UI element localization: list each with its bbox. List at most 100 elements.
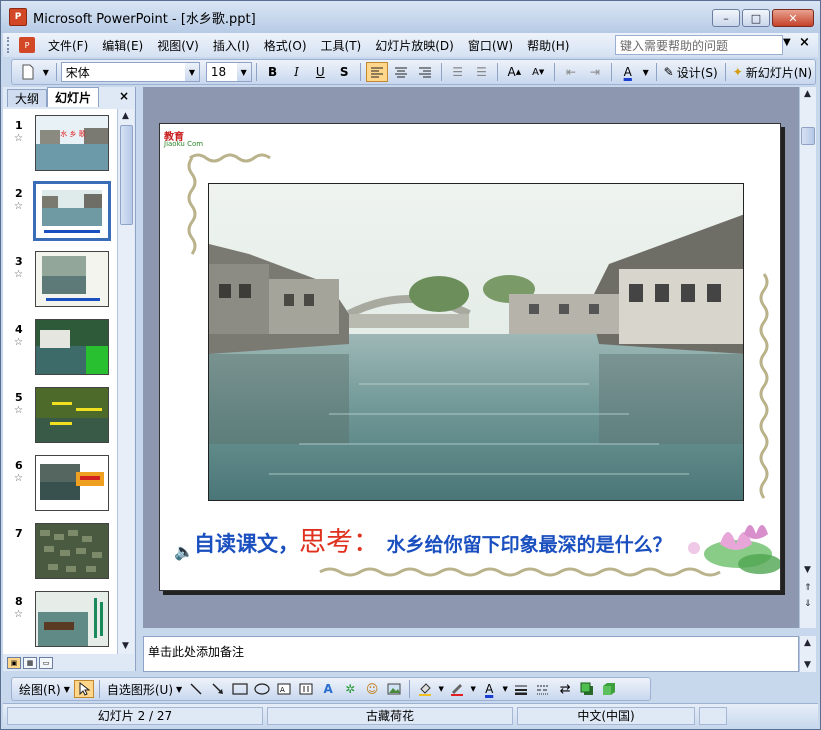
- notes-scrollbar[interactable]: ▲ ▼: [799, 636, 816, 672]
- menu-format[interactable]: 格式(O): [257, 37, 314, 54]
- underline-button[interactable]: U: [309, 62, 331, 82]
- numbering-icon[interactable]: ☰: [447, 62, 469, 82]
- menu-help[interactable]: 帮助(H): [520, 37, 576, 54]
- scroll-up-icon[interactable]: ▲: [122, 111, 129, 121]
- scroll-down-icon[interactable]: ▼: [804, 565, 811, 575]
- scroll-down-icon[interactable]: ▼: [804, 660, 811, 670]
- design-button[interactable]: ✎ 设计(S): [664, 64, 718, 81]
- scroll-down-icon[interactable]: ▼: [122, 641, 129, 651]
- scrollbar-thumb[interactable]: [801, 127, 815, 145]
- slide-thumbnail-3[interactable]: 3 ☆: [5, 249, 115, 311]
- fill-color-icon[interactable]: [415, 680, 435, 698]
- water-town-photo[interactable]: [208, 183, 744, 501]
- slide-thumbnail-5[interactable]: 5 ☆: [5, 385, 115, 447]
- font-name-select[interactable]: 宋体 ▼: [60, 62, 200, 82]
- insert-picture-icon[interactable]: [384, 680, 404, 698]
- speaker-icon[interactable]: 🔈: [174, 542, 194, 561]
- align-right-icon[interactable]: [414, 62, 436, 82]
- slide-sorter-view-icon[interactable]: ▦: [23, 657, 37, 669]
- line-tool-icon[interactable]: [186, 680, 206, 698]
- close-document-button[interactable]: ×: [799, 35, 810, 50]
- help-search-input[interactable]: 键入需要帮助的问题: [615, 35, 783, 55]
- maximize-button[interactable]: □: [742, 9, 770, 27]
- arrow-tool-icon[interactable]: [208, 680, 228, 698]
- new-document-icon[interactable]: [17, 62, 39, 82]
- 3d-style-icon[interactable]: [599, 680, 619, 698]
- slide-thumbnail-1[interactable]: 1 ☆ 水 乡 歌: [5, 113, 115, 175]
- slideshow-view-icon[interactable]: ▭: [39, 657, 53, 669]
- slide-thumbnail-7[interactable]: 7 ☆: [5, 521, 115, 583]
- slide-scrollbar[interactable]: ▲ ▼ ⇑ ⇓: [799, 87, 816, 628]
- document-icon[interactable]: P: [19, 37, 35, 53]
- slide-thumbnail-2[interactable]: 2 ☆: [5, 181, 115, 243]
- arrow-style-icon[interactable]: ⇄: [555, 680, 575, 698]
- close-button[interactable]: ✕: [772, 9, 814, 27]
- thumbnails-scrollbar[interactable]: ▲ ▼: [117, 109, 134, 654]
- wordart-icon[interactable]: A: [318, 680, 338, 698]
- help-dropdown-icon[interactable]: ▼: [783, 37, 791, 48]
- font-color-icon[interactable]: A: [617, 62, 639, 82]
- draw-menu-button[interactable]: 绘图(R) ▼: [19, 681, 70, 698]
- toolbar-options-icon[interactable]: ▼: [41, 62, 51, 82]
- next-slide-icon[interactable]: ⇓: [804, 599, 812, 609]
- new-slide-button[interactable]: ✦ 新幻灯片(N): [733, 64, 812, 81]
- font-size-select[interactable]: 18 ▼: [205, 62, 252, 82]
- clipart-icon[interactable]: ☺: [362, 680, 382, 698]
- shadow-button[interactable]: S: [333, 62, 355, 82]
- align-center-icon[interactable]: [390, 62, 412, 82]
- menu-file[interactable]: 文件(F): [41, 37, 95, 54]
- toolbar-grip[interactable]: [7, 37, 15, 53]
- select-arrow-icon[interactable]: [73, 680, 94, 698]
- diagram-icon[interactable]: ✲: [340, 680, 360, 698]
- dash-style-icon[interactable]: [533, 680, 553, 698]
- normal-view-icon[interactable]: ▣: [7, 657, 21, 669]
- line-color-dropdown-icon[interactable]: ▼: [469, 680, 477, 698]
- increase-font-icon[interactable]: A ▲: [503, 62, 525, 82]
- powerpoint-app-icon[interactable]: P: [9, 8, 27, 26]
- current-slide[interactable]: 教育 Jiaoku Com 自读课文，思考： 水乡给你留下印象最深的是什么？ 🔈: [159, 123, 781, 591]
- menu-slideshow[interactable]: 幻灯片放映(D): [368, 37, 461, 54]
- fill-color-dropdown-icon[interactable]: ▼: [437, 680, 445, 698]
- increase-indent-icon[interactable]: ⇥: [584, 62, 606, 82]
- scrollbar-thumb[interactable]: [120, 125, 133, 225]
- bold-button[interactable]: B: [262, 62, 284, 82]
- slide-number: 1: [15, 119, 23, 132]
- close-pane-button[interactable]: ×: [119, 89, 129, 103]
- vertical-textbox-icon[interactable]: [296, 680, 316, 698]
- bullets-icon[interactable]: ☰: [471, 62, 493, 82]
- tab-outline[interactable]: 大纲: [7, 89, 48, 107]
- menu-window[interactable]: 窗口(W): [461, 37, 520, 54]
- slide-thumbnail-6[interactable]: 6 ☆: [5, 453, 115, 515]
- menu-edit[interactable]: 编辑(E): [95, 37, 150, 54]
- tab-slides[interactable]: 幻灯片: [47, 87, 100, 107]
- line-color-icon[interactable]: [447, 680, 467, 698]
- oval-tool-icon[interactable]: [252, 680, 272, 698]
- previous-slide-icon[interactable]: ⇑: [804, 583, 812, 593]
- slide-number: 8: [15, 595, 23, 608]
- font-dropdown-icon[interactable]: ▼: [184, 63, 199, 81]
- slide-caption[interactable]: 自读课文，思考： 水乡给你留下印象最深的是什么？: [194, 520, 774, 558]
- font-color-dropdown-icon[interactable]: ▼: [641, 62, 651, 82]
- font-color-draw-icon[interactable]: A: [479, 680, 499, 698]
- italic-button[interactable]: I: [286, 62, 308, 82]
- slide-thumbnail-8[interactable]: 8 ☆: [5, 589, 115, 651]
- menu-tools[interactable]: 工具(T): [314, 37, 369, 54]
- rectangle-tool-icon[interactable]: [230, 680, 250, 698]
- notes-pane[interactable]: 单击此处添加备注: [143, 636, 799, 672]
- align-left-icon[interactable]: [366, 62, 388, 82]
- size-dropdown-icon[interactable]: ▼: [236, 63, 251, 81]
- thumbnail-image: [35, 319, 109, 375]
- slide-thumbnail-4[interactable]: 4 ☆: [5, 317, 115, 379]
- font-color-draw-dropdown-icon[interactable]: ▼: [501, 680, 509, 698]
- menu-view[interactable]: 视图(V): [150, 37, 206, 54]
- scroll-up-icon[interactable]: ▲: [804, 638, 811, 648]
- decrease-indent-icon[interactable]: ⇤: [560, 62, 582, 82]
- autoshapes-menu-button[interactable]: 自选图形(U) ▼: [107, 681, 182, 698]
- scroll-up-icon[interactable]: ▲: [804, 89, 811, 99]
- textbox-tool-icon[interactable]: A: [274, 680, 294, 698]
- menu-insert[interactable]: 插入(I): [206, 37, 257, 54]
- line-style-icon[interactable]: [511, 680, 531, 698]
- shadow-style-icon[interactable]: [577, 680, 597, 698]
- minimize-button[interactable]: –: [712, 9, 740, 27]
- decrease-font-icon[interactable]: A ▼: [527, 62, 549, 82]
